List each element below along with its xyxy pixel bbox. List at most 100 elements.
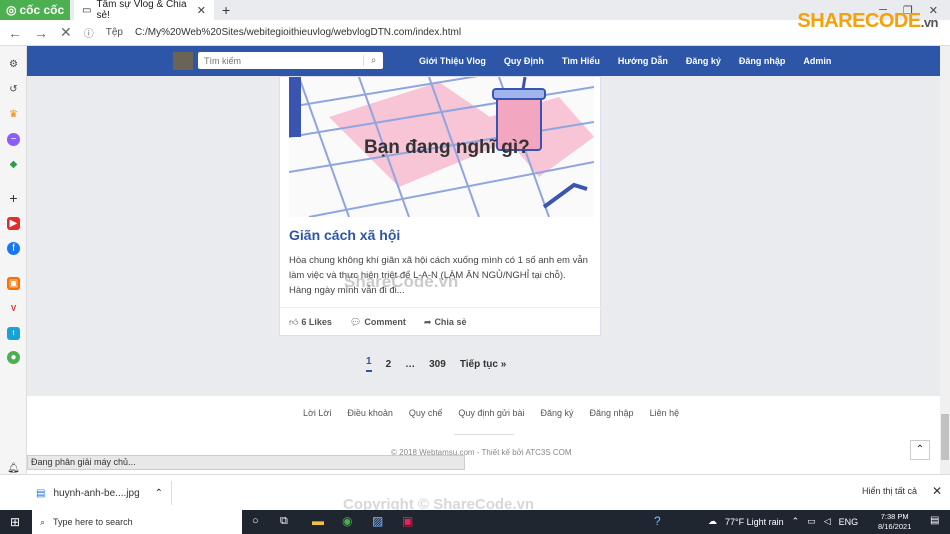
- facebook-icon[interactable]: f: [7, 242, 20, 255]
- footer-link-dieu-khoan[interactable]: Điều khoản: [347, 408, 393, 418]
- footer-divider: [454, 434, 514, 435]
- menu-item-tim-hieu[interactable]: Tìm Hiểu: [562, 56, 600, 66]
- comment-label: Comment: [364, 317, 406, 327]
- post-card: Bạn đang nghĩ gì? Giãn cách xã hội Hòa c…: [279, 76, 602, 336]
- footer-link-lien-he[interactable]: Liên hệ: [650, 408, 680, 418]
- coccoc-taskbar-icon[interactable]: ◉: [342, 514, 352, 528]
- game-icon[interactable]: ◆: [7, 158, 20, 171]
- file-icon: ▤: [36, 487, 46, 499]
- action-center-icon[interactable]: ▤: [930, 515, 939, 526]
- url-field[interactable]: C:/My%20Web%20Sites/webitegioithieuvlog/…: [135, 27, 461, 38]
- vtv-icon[interactable]: V: [7, 302, 20, 315]
- windows-start-icon[interactable]: ⊞: [10, 515, 20, 529]
- site-search: ⌕: [198, 52, 383, 69]
- grab-icon[interactable]: ●: [7, 351, 20, 364]
- browser-sidebar: ⚙ ↺ ♛ ~ ◆ + ▶ f ▣ V t ● 🔔︎ ⋯: [0, 46, 27, 510]
- download-filename: huynh-anh-be....jpg: [53, 487, 140, 499]
- page-2-link[interactable]: 2: [386, 359, 392, 370]
- notepad-taskbar-icon[interactable]: ▨: [372, 514, 383, 528]
- stop-icon[interactable]: ✕: [60, 24, 72, 41]
- footer-links: Lời Lời Điều khoản Quy chế Quy định gửi …: [303, 408, 679, 418]
- coccoc-icon: ◎: [6, 3, 17, 17]
- language-indicator[interactable]: ENG: [839, 517, 859, 527]
- page-icon: ▭: [82, 4, 92, 16]
- browser-brand-button[interactable]: ◎ cốc cốc: [0, 0, 70, 20]
- protocol-label: Tệp: [105, 27, 123, 38]
- page-309-link[interactable]: 309: [429, 359, 446, 370]
- search-input[interactable]: [198, 53, 358, 68]
- add-icon[interactable]: +: [7, 191, 20, 205]
- page-viewport: ⌕ Giới Thiệu Vlog Quy Định Tìm Hiểu Hướn…: [27, 46, 940, 474]
- share-button[interactable]: ➦ Chia sẻ: [424, 317, 467, 328]
- crown-icon[interactable]: ♛: [7, 108, 20, 121]
- menu-item-gioi-thieu[interactable]: Giới Thiệu Vlog: [419, 56, 486, 66]
- history-icon[interactable]: ↺: [7, 83, 20, 96]
- close-tab-icon[interactable]: ✕: [197, 4, 206, 17]
- tiki-icon[interactable]: t: [7, 327, 20, 340]
- next-page-link[interactable]: Tiếp tục »: [460, 359, 507, 370]
- like-count: 6 Likes: [301, 317, 332, 327]
- footer-link-dang-ky[interactable]: Đăng ký: [540, 408, 573, 418]
- info-icon[interactable]: ⓘ: [84, 25, 94, 40]
- footer-link-dang-nhap[interactable]: Đăng nhập: [590, 408, 634, 418]
- post-title[interactable]: Giãn cách xã hội: [289, 227, 400, 243]
- system-tray: ☁ 77°F Light rain ⌃ ▭ ◁ ENG: [708, 516, 858, 527]
- post-actions: 👍︎ 6 Likes 💬︎ Comment ➦ Chia sẻ: [289, 317, 466, 328]
- comment-button[interactable]: 💬︎ Comment: [350, 317, 406, 328]
- download-item[interactable]: ▤ huynh-anh-be....jpg ⌃: [36, 481, 172, 505]
- volume-icon[interactable]: ◁: [824, 516, 831, 527]
- post-image[interactable]: Bạn đang nghĩ gì?: [289, 77, 594, 217]
- back-to-top-button[interactable]: ⌃: [910, 440, 930, 460]
- youtube-icon[interactable]: ▶: [7, 217, 20, 230]
- like-button[interactable]: 👍︎ 6 Likes: [289, 317, 332, 328]
- site-menu: Giới Thiệu Vlog Quy Định Tìm Hiểu Hướng …: [419, 46, 831, 76]
- menu-item-quy-dinh[interactable]: Quy Định: [504, 56, 544, 66]
- tab-title: Tâm sự Vlog & Chia sẻ!: [96, 0, 187, 21]
- footer-link-loi-loi[interactable]: Lời Lời: [303, 408, 331, 418]
- help-icon[interactable]: ?: [654, 514, 661, 528]
- image-caption: Bạn đang nghĩ gì?: [364, 137, 530, 158]
- taskbar-search[interactable]: ⌕ Type here to search: [32, 510, 242, 534]
- tray-chevron-icon[interactable]: ⌃: [792, 516, 800, 527]
- settings-icon[interactable]: ⚙: [7, 58, 20, 71]
- status-bar: Đang phân giải máy chủ...: [27, 455, 465, 470]
- shopee-icon[interactable]: ▣: [7, 277, 20, 290]
- show-all-downloads[interactable]: Hiển thị tất cả: [862, 486, 917, 496]
- forward-icon[interactable]: →: [34, 25, 48, 41]
- chevron-up-icon[interactable]: ⌃: [155, 488, 163, 499]
- clock-date: 8/16/2021: [878, 522, 912, 531]
- site-navbar: ⌕ Giới Thiệu Vlog Quy Định Tìm Hiểu Hướn…: [27, 46, 940, 76]
- new-tab-button[interactable]: +: [222, 2, 230, 18]
- page-scrollbar[interactable]: [940, 46, 950, 474]
- close-download-bar-icon[interactable]: ✕: [932, 484, 942, 498]
- footer-link-quy-che[interactable]: Quy chế: [409, 408, 443, 418]
- scrollbar-thumb[interactable]: [941, 414, 949, 460]
- page-ellipsis: …: [405, 358, 416, 370]
- thumbs-up-icon: 👍︎: [289, 317, 299, 327]
- site-logo[interactable]: [173, 52, 193, 70]
- menu-item-dang-ky[interactable]: Đăng ký: [686, 56, 721, 66]
- system-clock[interactable]: 7:38 PM 8/16/2021: [878, 512, 911, 532]
- menu-item-admin[interactable]: Admin: [803, 56, 831, 66]
- menu-item-dang-nhap[interactable]: Đăng nhập: [739, 56, 786, 66]
- share-icon: ➦: [423, 317, 432, 327]
- logo-suffix: .vn: [920, 15, 939, 30]
- file-explorer-icon[interactable]: ▬: [312, 514, 324, 528]
- menu-item-huong-dan[interactable]: Hướng Dẫn: [618, 56, 668, 66]
- card-divider: [280, 307, 602, 308]
- messenger-icon[interactable]: ~: [7, 133, 20, 146]
- network-icon[interactable]: ▭: [807, 516, 816, 527]
- pagination: 1 2 … 309 Tiếp tục »: [366, 356, 506, 372]
- cortana-icon[interactable]: ○: [252, 515, 259, 527]
- page-1-link[interactable]: 1: [366, 356, 372, 372]
- media-taskbar-icon[interactable]: ▣: [402, 514, 413, 528]
- browser-tab[interactable]: ▭ Tâm sự Vlog & Chia sẻ! ✕: [74, 0, 214, 21]
- search-icon[interactable]: ⌕: [363, 55, 383, 66]
- footer-link-quy-dinh[interactable]: Quy định gửi bài: [458, 408, 524, 418]
- logo-text: SHARECODE: [797, 10, 921, 32]
- back-icon[interactable]: ←: [8, 25, 22, 41]
- comment-icon: 💬︎: [349, 317, 362, 327]
- task-view-icon[interactable]: ⧉: [280, 515, 288, 528]
- taskbar-search-placeholder: Type here to search: [53, 517, 133, 527]
- weather-text[interactable]: 77°F Light rain: [725, 517, 784, 527]
